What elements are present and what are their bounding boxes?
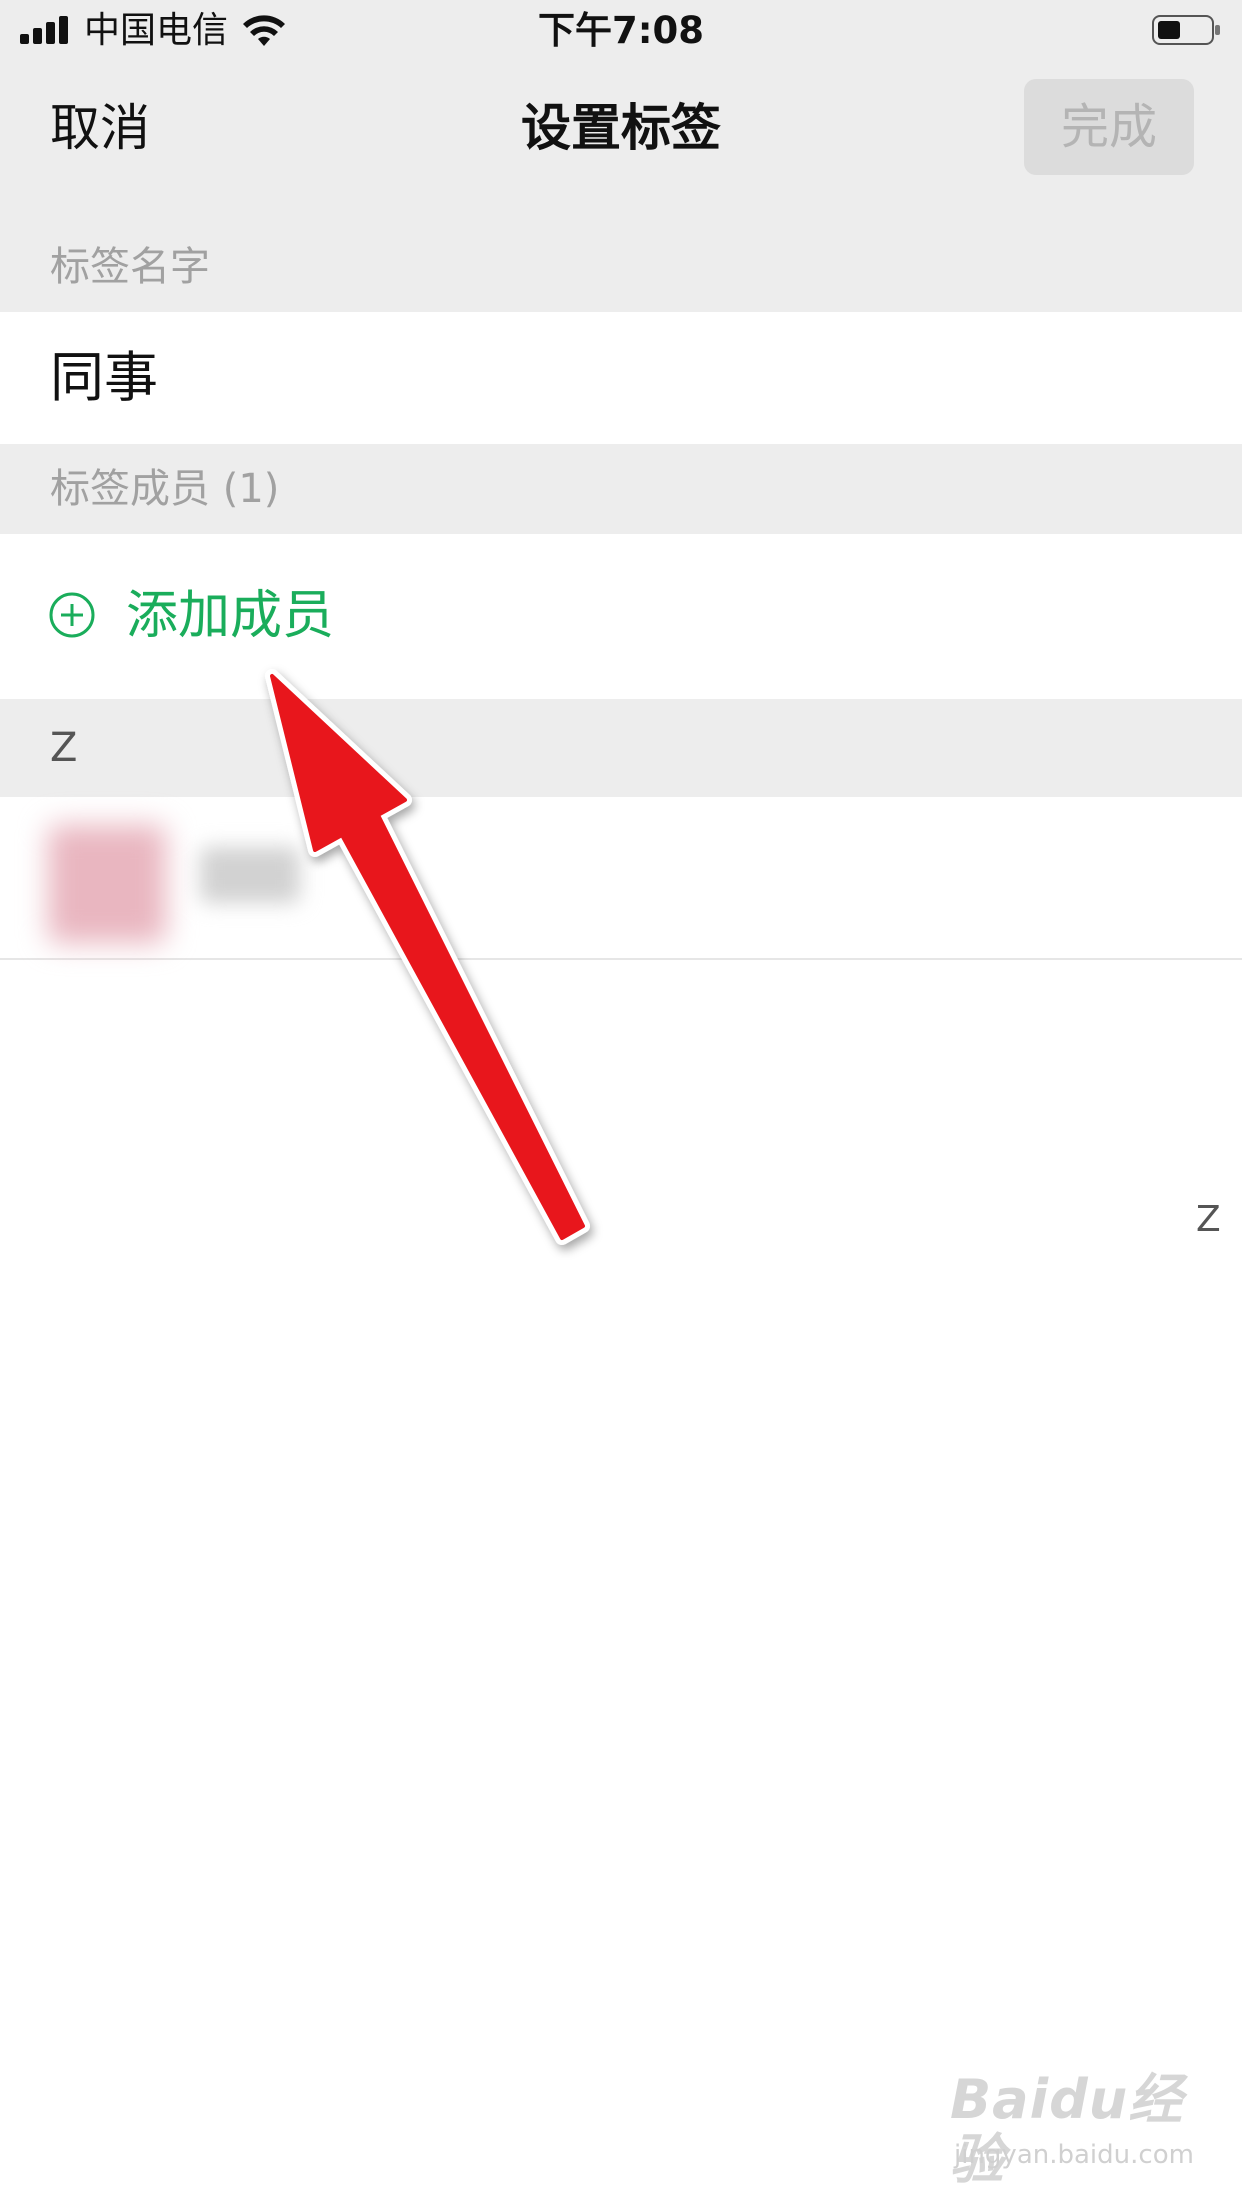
index-letter: Z	[50, 725, 78, 771]
label-members-header: 标签成员 (1)	[0, 444, 1242, 534]
status-bar: 中国电信 下午7:08	[0, 0, 1242, 62]
list-item[interactable]	[0, 797, 1242, 960]
watermark: Baidu经验 jingyan.baidu.com	[950, 2068, 1194, 2191]
clock: 下午7:08	[537, 9, 705, 52]
label-name-field[interactable]: 同事	[0, 312, 1242, 444]
plus-circle-icon	[49, 592, 95, 638]
side-index-letter[interactable]: Z	[1196, 1198, 1221, 1242]
index-section-header: Z	[0, 699, 1242, 797]
add-member-label: 添加成员	[126, 586, 335, 646]
avatar	[48, 825, 166, 943]
nav-bar: 取消 设置标签 完成	[0, 62, 1242, 212]
label-name-value[interactable]: 同事	[50, 345, 158, 411]
add-member-button[interactable]: 添加成员	[0, 534, 1242, 699]
member-name-blurred	[200, 847, 300, 903]
label-name-header: 标签名字	[0, 212, 1242, 312]
watermark-logo: Baidu经验	[950, 2068, 1184, 2191]
watermark-url: jingyan.baidu.com	[954, 2140, 1194, 2170]
battery-icon	[1152, 15, 1220, 45]
done-button[interactable]: 完成	[1024, 79, 1194, 175]
